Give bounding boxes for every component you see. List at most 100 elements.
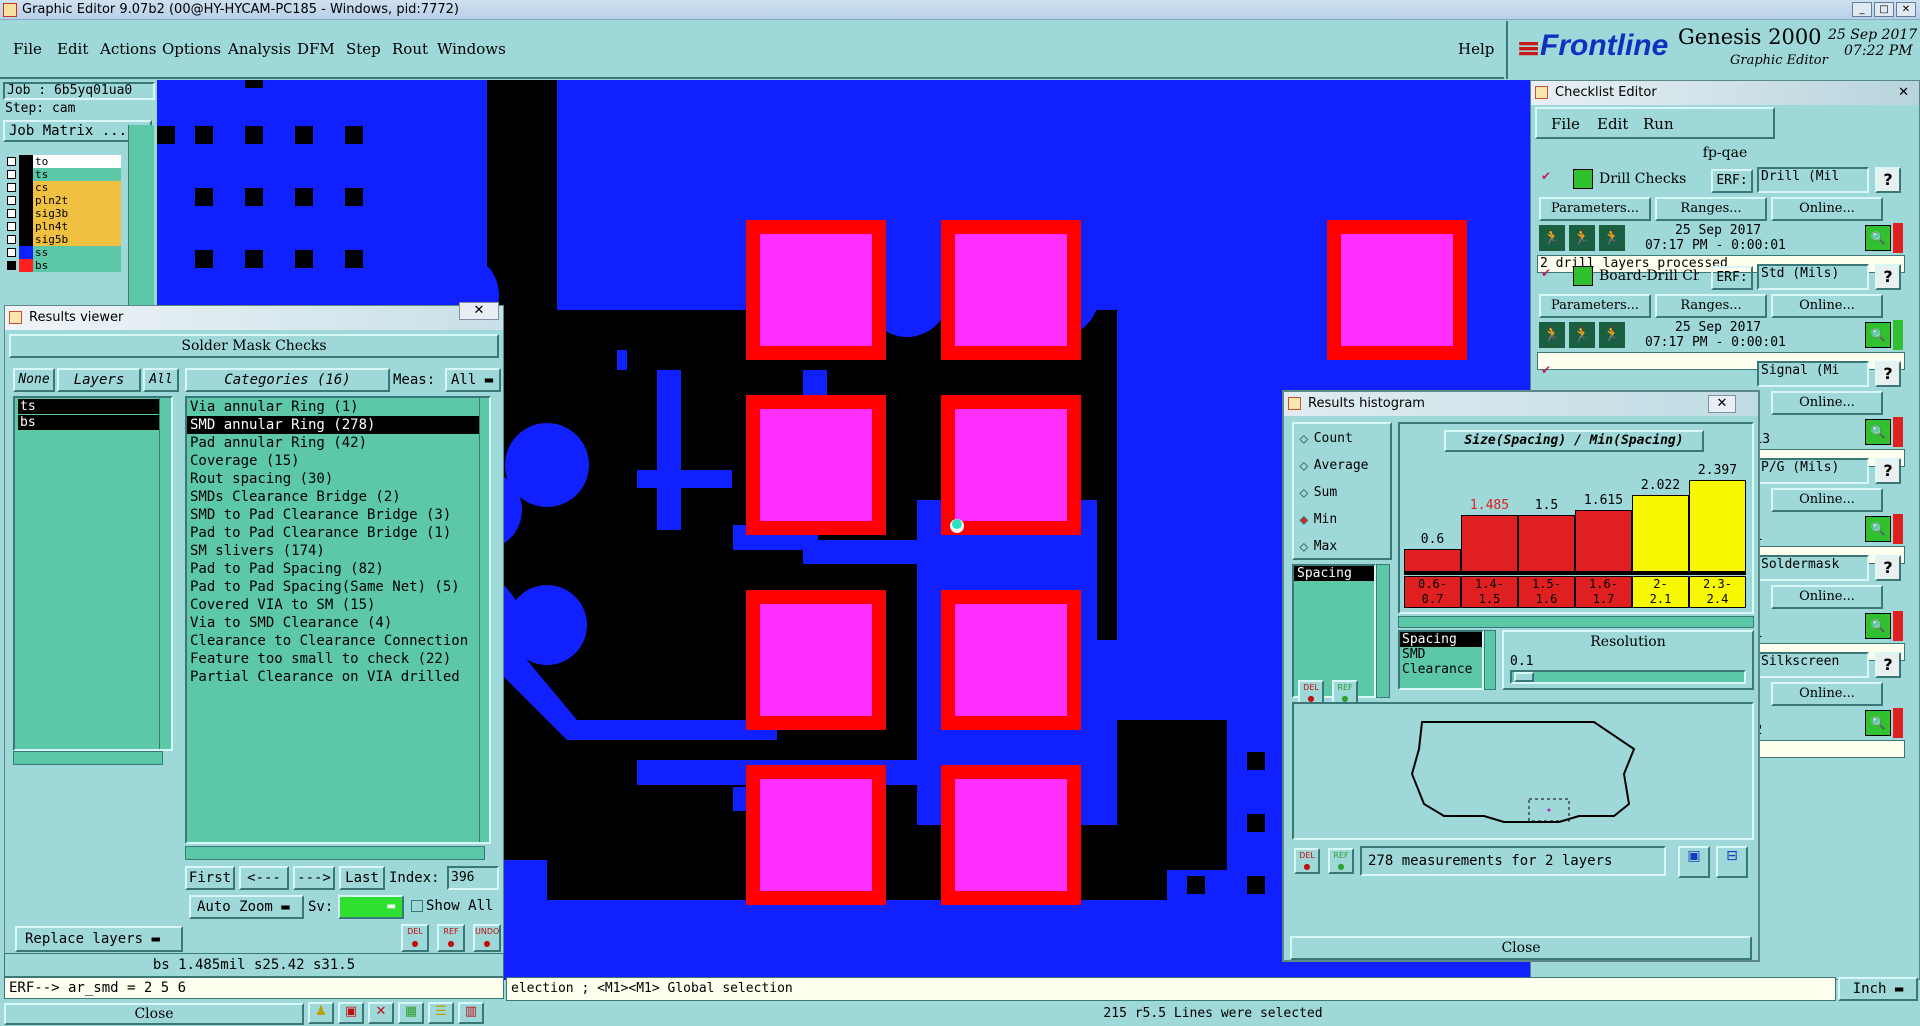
histogram-close-icon[interactable]: ✕ bbox=[1708, 395, 1736, 413]
results-viewer-close-icon[interactable]: ✕ bbox=[459, 302, 499, 320]
layer-list-hscroll[interactable] bbox=[13, 751, 163, 765]
run-icon[interactable]: 🏃 bbox=[1569, 225, 1595, 251]
del-icon[interactable]: DEL ● bbox=[1294, 848, 1320, 874]
radio-average[interactable]: ◆ Average bbox=[1300, 457, 1390, 477]
del-icon[interactable]: DEL ● bbox=[401, 924, 429, 952]
category-item[interactable]: SMDs Clearance Bridge (2) bbox=[187, 488, 481, 506]
category-item[interactable]: SMD to Pad Clearance Bridge (3) bbox=[187, 506, 481, 524]
layer-row[interactable]: cs bbox=[3, 181, 125, 194]
checklist-menu-run[interactable]: Run bbox=[1643, 115, 1674, 133]
layer-row[interactable]: to bbox=[3, 155, 125, 168]
layer-checkbox[interactable] bbox=[7, 196, 16, 205]
chart-hscroll[interactable] bbox=[1398, 616, 1754, 628]
histogram-bar[interactable] bbox=[1518, 515, 1575, 572]
list-item[interactable]: Clearance bbox=[1400, 662, 1482, 677]
layers-button[interactable]: Layers bbox=[57, 368, 141, 392]
layer-list-vscroll[interactable] bbox=[159, 398, 171, 749]
zoom-icon[interactable]: 🔍 bbox=[1865, 225, 1891, 251]
category-item[interactable]: Pad to Pad Spacing (82) bbox=[187, 560, 481, 578]
menu-step[interactable]: Step bbox=[346, 40, 381, 58]
histogram-measure-list[interactable]: Spacing bbox=[1292, 564, 1376, 698]
meas-select[interactable]: All ▬ bbox=[445, 368, 501, 392]
menu-edit[interactable]: Edit bbox=[57, 40, 88, 58]
zoom-icon[interactable]: 🔍 bbox=[1865, 613, 1891, 639]
row-check-icon[interactable]: ✔ bbox=[1541, 169, 1551, 183]
online-button[interactable]: Online... bbox=[1771, 682, 1883, 706]
help-icon[interactable]: ? bbox=[1875, 555, 1901, 581]
histogram-bar[interactable] bbox=[1461, 515, 1518, 572]
radio-min[interactable]: ◆ Min bbox=[1300, 511, 1390, 531]
layer-checkbox[interactable] bbox=[7, 235, 16, 244]
layer-row[interactable]: pln4t bbox=[3, 220, 125, 233]
online-button[interactable]: Online... bbox=[1771, 488, 1883, 512]
menu-rout[interactable]: Rout bbox=[392, 40, 428, 58]
layer-row[interactable]: bs bbox=[3, 259, 125, 272]
help-icon[interactable]: ? bbox=[1875, 361, 1901, 387]
slider-handle[interactable] bbox=[1514, 672, 1534, 682]
all-button[interactable]: All bbox=[143, 368, 179, 392]
parameters-button[interactable]: Parameters... bbox=[1539, 294, 1651, 318]
erf-field[interactable]: Soldermask bbox=[1757, 555, 1869, 581]
ranges-button[interactable]: Ranges... bbox=[1655, 294, 1767, 318]
category-item[interactable]: Covered VIA to SM (15) bbox=[187, 596, 481, 614]
index-input[interactable]: 396 bbox=[447, 866, 499, 890]
categories-list[interactable]: Via annular Ring (1) SMD annular Ring (27… bbox=[185, 396, 491, 844]
next-button[interactable]: ---> bbox=[293, 866, 335, 890]
category-item[interactable]: Via annular Ring (1) bbox=[187, 398, 481, 416]
online-button[interactable]: Online... bbox=[1771, 585, 1883, 609]
list-tool-icon[interactable]: ☰ bbox=[428, 1002, 454, 1024]
erf-field[interactable]: Silkscreen bbox=[1757, 652, 1869, 678]
none-button[interactable]: None bbox=[13, 368, 55, 392]
layer-checkbox[interactable] bbox=[7, 261, 16, 270]
layer-row[interactable]: sig3b bbox=[3, 207, 125, 220]
histogram-bar[interactable] bbox=[1404, 549, 1461, 572]
menu-dfm[interactable]: DFM bbox=[297, 40, 335, 58]
zoom-icon[interactable]: 🔍 bbox=[1865, 710, 1891, 736]
units-select[interactable]: Inch ▬ bbox=[1838, 977, 1918, 1001]
menu-actions[interactable]: Actions bbox=[100, 40, 156, 58]
histogram-close-button[interactable]: Close bbox=[1290, 936, 1752, 960]
measure-list-scrollbar[interactable] bbox=[1376, 564, 1390, 698]
ref-icon[interactable]: REF ● bbox=[1328, 848, 1354, 874]
histogram-bar[interactable] bbox=[1575, 510, 1632, 572]
erf-field[interactable]: P/G (Mils) bbox=[1757, 458, 1869, 484]
layer-checkbox[interactable] bbox=[7, 222, 16, 231]
category-item[interactable]: Pad to Pad Spacing(Same Net) (5) bbox=[187, 578, 481, 596]
category-item[interactable]: Partial Clearance on VIA drilled bbox=[187, 668, 481, 686]
radio-count[interactable]: ◆ Count bbox=[1300, 430, 1390, 450]
auto-zoom-select[interactable]: Auto Zoom ▬ bbox=[189, 895, 304, 919]
histogram-bar[interactable] bbox=[1632, 495, 1689, 572]
checklist-menu-file[interactable]: File bbox=[1551, 115, 1580, 133]
layer-row[interactable]: sig5b bbox=[3, 233, 125, 246]
category-item[interactable]: Rout spacing (30) bbox=[187, 470, 481, 488]
close-window-button[interactable]: ✕ bbox=[1896, 2, 1916, 17]
online-button[interactable]: Online... bbox=[1771, 294, 1883, 318]
menu-help[interactable]: Help bbox=[1458, 40, 1494, 58]
layer-checkbox[interactable] bbox=[7, 183, 16, 192]
radio-sum[interactable]: ◆ Sum bbox=[1300, 484, 1390, 504]
run-icon[interactable]: 🏃 bbox=[1539, 322, 1565, 348]
minimize-button[interactable]: _ bbox=[1852, 2, 1872, 17]
run-icon[interactable]: 🏃 bbox=[1569, 322, 1595, 348]
layer-row[interactable]: ts bbox=[3, 168, 125, 181]
category-item[interactable]: Feature too small to check (22) bbox=[187, 650, 481, 668]
replace-layers-select[interactable]: Replace layers ▬ bbox=[15, 926, 183, 952]
checklist-menu-edit[interactable]: Edit bbox=[1597, 115, 1628, 133]
ranges-button[interactable]: Ranges... bbox=[1655, 197, 1767, 221]
category-item[interactable]: Pad annular Ring (42) bbox=[187, 434, 481, 452]
type-list-scrollbar[interactable] bbox=[1484, 630, 1496, 690]
layer-checkbox[interactable] bbox=[7, 248, 16, 257]
delete-tool-icon[interactable]: ✕ bbox=[368, 1002, 394, 1024]
feature-tool-icon[interactable]: ▣ bbox=[338, 1002, 364, 1024]
list-item[interactable]: bs bbox=[18, 415, 168, 430]
help-icon[interactable]: ? bbox=[1875, 652, 1901, 678]
resolution-slider[interactable] bbox=[1510, 670, 1746, 684]
histogram-bar[interactable] bbox=[1689, 480, 1746, 572]
categories-button[interactable]: Categories (16) bbox=[185, 368, 390, 392]
sv-select[interactable]: ▬ bbox=[338, 895, 404, 919]
layer-checkbox[interactable] bbox=[7, 209, 16, 218]
prev-button[interactable]: <--- bbox=[239, 866, 289, 890]
action-icon[interactable] bbox=[1573, 169, 1593, 189]
pointer-tool-icon[interactable]: ♟ bbox=[308, 1002, 334, 1024]
layer-checkbox[interactable] bbox=[7, 157, 16, 166]
